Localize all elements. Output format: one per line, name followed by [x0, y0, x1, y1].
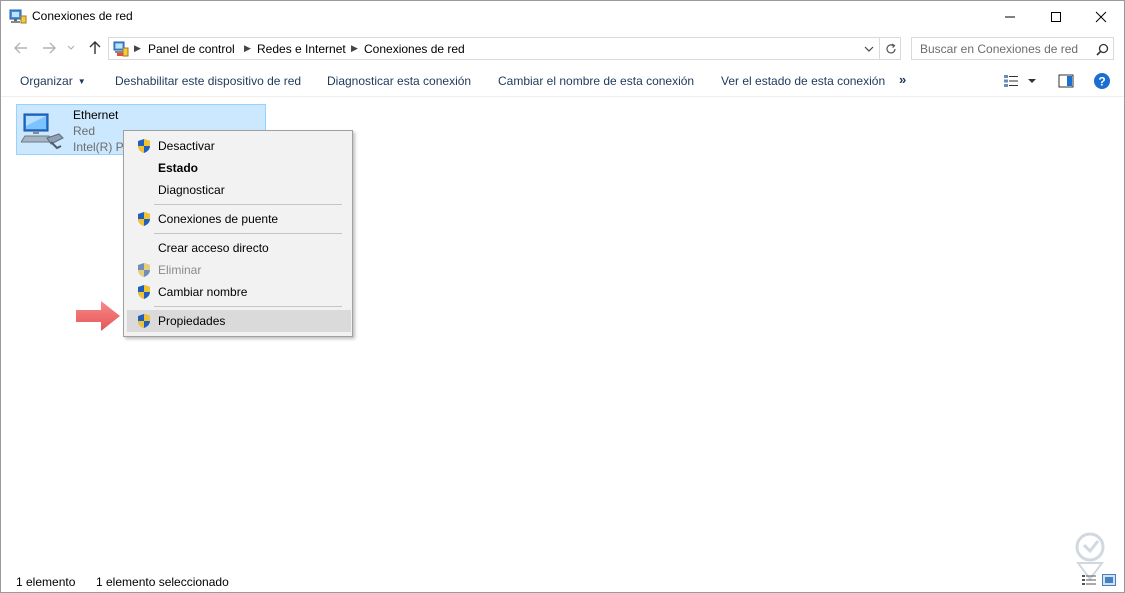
caret-down-icon: ▼	[77, 77, 86, 86]
breadcrumb-network-internet[interactable]: Redes e Internet	[257, 42, 346, 56]
menu-item-label: Cambiar nombre	[158, 285, 248, 299]
window-title: Conexiones de red	[32, 9, 133, 23]
breadcrumb-separator: ▶	[351, 43, 358, 53]
menu-item-label: Crear acceso directo	[158, 241, 269, 255]
recent-locations-button[interactable]	[64, 38, 78, 58]
title-bar[interactable]: Conexiones de red	[1, 1, 1124, 32]
search-box[interactable]	[911, 37, 1114, 60]
menu-item-label: Conexiones de puente	[158, 212, 279, 226]
menu-item-label: Estado	[158, 161, 199, 175]
uac-shield-icon	[138, 314, 150, 328]
maximize-button[interactable]	[1033, 1, 1079, 32]
connection-network: Red	[73, 124, 96, 138]
status-bar: 1 elemento 1 elemento seleccionado	[1, 568, 1124, 592]
pointer-arrow-icon	[76, 301, 120, 331]
connection-name: Ethernet	[73, 108, 119, 122]
up-button[interactable]	[85, 38, 105, 58]
control-panel-icon	[113, 41, 129, 57]
navigation-bar: ▶ Panel de control ▶ Redes e Internet ▶ …	[1, 34, 1124, 62]
search-icon	[1095, 43, 1108, 56]
menu-separator	[154, 204, 342, 205]
menu-item-disable[interactable]: Desactivar	[127, 135, 351, 157]
menu-item-label: Diagnosticar	[158, 183, 225, 197]
details-view-toggle-icon[interactable]	[1082, 574, 1096, 586]
minimize-button[interactable]	[987, 1, 1033, 32]
ethernet-adapter-icon	[20, 108, 65, 152]
refresh-icon	[885, 42, 896, 53]
breadcrumb-separator: ▶	[134, 43, 141, 53]
breadcrumb-network-connections[interactable]: Conexiones de red	[364, 42, 465, 56]
menu-item-status[interactable]: Estado	[127, 157, 351, 179]
chevron-down-icon	[864, 46, 874, 52]
organize-label: Organizar	[20, 74, 73, 88]
uac-shield-icon	[138, 139, 150, 153]
uac-shield-icon	[138, 263, 150, 277]
address-history-button[interactable]	[861, 42, 877, 56]
organize-menu[interactable]: Organizar ▼	[20, 74, 86, 88]
breadcrumb-separator: ▶	[244, 43, 251, 53]
preview-pane-icon	[1058, 74, 1074, 88]
chevron-down-icon	[67, 45, 75, 50]
context-menu: Desactivar Estado Diagnosticar Conexione…	[123, 130, 353, 337]
rename-connection-button[interactable]: Cambiar el nombre de esta conexión	[498, 74, 694, 88]
close-button[interactable]	[1078, 1, 1124, 32]
large-icons-view-toggle-icon[interactable]	[1102, 574, 1116, 586]
back-arrow-icon	[14, 42, 27, 54]
details-view-icon	[1004, 75, 1018, 87]
diagnose-connection-button[interactable]: Diagnosticar esta conexión	[327, 74, 471, 88]
view-status-button[interactable]: Ver el estado de esta conexión	[721, 74, 885, 88]
explorer-window: Conexiones de red ▶ Panel de control ▶ R…	[0, 0, 1125, 593]
svg-text:?: ?	[1098, 75, 1105, 89]
help-icon: ?	[1094, 73, 1110, 89]
menu-item-delete[interactable]: Eliminar	[127, 259, 351, 281]
menu-item-label: Eliminar	[158, 263, 202, 277]
network-connections-icon	[9, 8, 27, 25]
up-arrow-icon	[89, 41, 101, 54]
disable-device-button[interactable]: Deshabilitar este dispositivo de red	[115, 74, 301, 88]
forward-arrow-icon	[43, 42, 56, 54]
menu-separator	[154, 233, 342, 234]
menu-item-label: Desactivar	[158, 139, 215, 153]
menu-item-bridge-connections[interactable]: Conexiones de puente	[127, 208, 351, 230]
forward-button[interactable]	[39, 38, 59, 58]
search-input[interactable]	[912, 38, 1092, 59]
menu-item-rename[interactable]: Cambiar nombre	[127, 281, 351, 303]
search-button[interactable]	[1092, 40, 1112, 58]
menu-item-label: Propiedades	[158, 314, 226, 328]
uac-shield-icon	[138, 285, 150, 299]
caret-down-icon	[1028, 79, 1036, 83]
help-button[interactable]: ?	[1092, 71, 1112, 91]
menu-item-diagnose[interactable]: Diagnosticar	[127, 179, 351, 201]
back-button[interactable]	[11, 38, 31, 58]
close-icon	[1095, 11, 1107, 22]
selection-count: 1 elemento seleccionado	[96, 575, 229, 589]
menu-separator	[154, 306, 342, 307]
change-view-button[interactable]	[1001, 71, 1039, 91]
address-bar[interactable]: ▶ Panel de control ▶ Redes e Internet ▶ …	[108, 37, 901, 60]
preview-pane-button[interactable]	[1056, 71, 1076, 91]
command-bar: Organizar ▼ Deshabilitar este dispositivo…	[1, 66, 1124, 97]
uac-shield-icon	[138, 212, 150, 226]
menu-item-properties[interactable]: Propiedades	[127, 310, 351, 332]
connection-adapter: Intel(R) Pl	[73, 140, 127, 154]
refresh-button[interactable]	[879, 38, 901, 59]
minimize-icon	[1005, 16, 1015, 17]
more-commands-button[interactable]: »	[899, 72, 906, 87]
menu-item-create-shortcut[interactable]: Crear acceso directo	[127, 237, 351, 259]
maximize-icon	[1051, 11, 1061, 22]
breadcrumb-control-panel[interactable]: Panel de control	[148, 42, 235, 56]
item-count: 1 elemento	[16, 575, 76, 589]
